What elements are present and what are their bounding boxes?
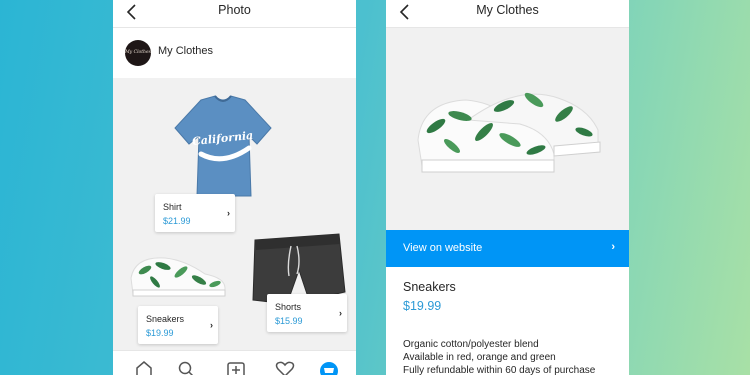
description-line: Available in red, orange and green [403,352,556,363]
product-detail-screen: My Clothes View on website › Sneakers $1… [386,0,629,375]
bottom-tab-bar [113,350,356,375]
chevron-right-icon: › [210,320,213,330]
shop-icon[interactable] [319,361,339,375]
shirt-image: California [174,95,272,197]
chevron-right-icon: › [611,241,615,253]
tag-name: Sneakers [146,314,185,324]
product-name: Sneakers [403,280,456,294]
avatar[interactable]: My Clothes [125,40,151,66]
tag-name: Shirt [163,202,182,212]
heart-icon[interactable] [275,361,295,375]
chevron-right-icon: › [227,208,230,218]
tag-price: $21.99 [163,216,191,226]
post-photo: California Shirt $21.99 › Sneakers $19.9… [113,78,356,350]
tag-price: $19.99 [146,328,174,338]
view-on-website-label: View on website [403,242,483,254]
search-icon[interactable] [176,361,196,375]
photo-screen: Photo My Clothes My Clothes California S… [113,0,356,375]
home-icon[interactable] [134,361,154,375]
page-title: My Clothes [476,3,539,17]
tag-name: Shorts [275,302,302,312]
chevron-right-icon: › [339,308,342,318]
description-line: Organic cotton/polyester blend [403,339,539,350]
product-tag-sneakers[interactable]: Sneakers $19.99 › [138,306,218,344]
profile-header[interactable]: My Clothes My Clothes [113,28,356,78]
tag-price: $15.99 [275,316,303,326]
profile-name[interactable]: My Clothes [158,45,213,57]
top-bar: Photo [113,0,356,28]
page-title: Photo [218,3,251,17]
add-post-icon[interactable] [226,361,246,375]
sneakers-image [130,257,226,297]
product-price: $19.99 [403,299,442,313]
product-tag-shirt[interactable]: Shirt $21.99 › [155,194,235,232]
view-on-website-button[interactable]: View on website › [386,230,629,267]
product-image [386,28,629,230]
description-line: Fully refundable within 60 days of purch… [403,365,596,375]
sneakers-hero-image [417,92,601,173]
top-bar: My Clothes [386,0,629,28]
product-tag-shorts[interactable]: Shorts $15.99 › [267,294,347,332]
